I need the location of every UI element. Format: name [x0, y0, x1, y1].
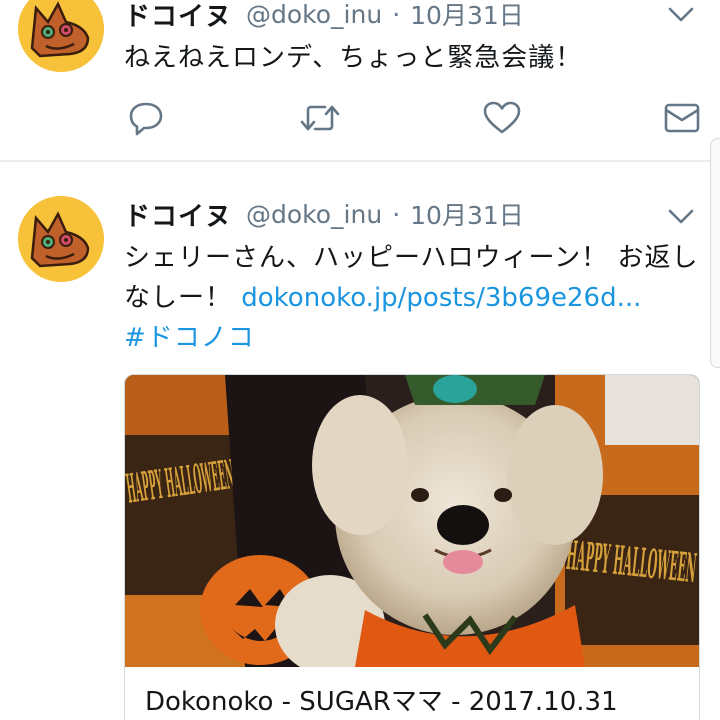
separator: · [392, 0, 401, 29]
retweet-icon [300, 105, 340, 131]
reply-icon [129, 102, 163, 136]
link-preview-card[interactable]: HAPPY HALLOWEEN HAPPY HALLOWEEN [124, 374, 700, 720]
tweet-header: ドコイヌ @doko_inu · 10月31日 [124, 0, 524, 32]
tweet-actions [124, 96, 704, 140]
tweet-date[interactable]: 10月31日 [410, 0, 524, 32]
separator: · [392, 199, 401, 229]
avatar[interactable] [18, 196, 104, 282]
dog-logo-icon [18, 196, 104, 282]
dog-logo-icon [18, 0, 104, 72]
reply-button[interactable] [124, 96, 168, 140]
user-handle[interactable]: @doko_inu [246, 200, 382, 229]
like-button[interactable] [480, 96, 524, 140]
card-image[interactable]: HAPPY HALLOWEEN HAPPY HALLOWEEN [125, 375, 699, 667]
direct-message-button[interactable] [660, 96, 704, 140]
card-title[interactable]: Dokonoko - SUGARママ - 2017.10.31 [145, 681, 618, 718]
tweet[interactable]: ドコイヌ @doko_inu · 10月31日 シェリーさん、ハッピーハロウィー… [0, 180, 720, 720]
tweet-date[interactable]: 10月31日 [410, 196, 524, 232]
heart-icon [483, 101, 521, 134]
more-options-button[interactable] [664, 0, 698, 32]
side-panel-edge[interactable] [710, 138, 720, 368]
user-handle[interactable]: @doko_inu [246, 0, 382, 29]
tweet-header: ドコイヌ @doko_inu · 10月31日 [124, 196, 524, 232]
retweet-button[interactable] [298, 96, 342, 140]
display-name[interactable]: ドコイヌ [124, 0, 232, 33]
more-options-button[interactable] [664, 200, 698, 234]
dog-photo: HAPPY HALLOWEEN HAPPY HALLOWEEN [125, 375, 699, 667]
envelope-icon [664, 103, 700, 133]
chevron-down-icon [668, 209, 694, 224]
chevron-down-icon [668, 7, 694, 22]
avatar[interactable] [18, 0, 104, 72]
timeline: ドコイヌ @doko_inu · 10月31日 ねえねえロンデ、ちょっと緊急会議… [0, 0, 720, 720]
display-name[interactable]: ドコイヌ [124, 196, 232, 233]
tweet-text: ねえねえロンデ、ちょっと緊急会議！ [124, 43, 583, 73]
tweet-text: シェリーさん、ハッピーハロウィーン！ お返しなしー！ dokonoko.jp/p… [124, 238, 704, 358]
hashtag-link[interactable]: #ドコノコ [124, 323, 255, 353]
tweet-link[interactable]: dokonoko.jp/posts/3b69e26d... [241, 283, 641, 313]
tweet[interactable]: ドコイヌ @doko_inu · 10月31日 ねえねえロンデ、ちょっと緊急会議… [0, 0, 720, 162]
